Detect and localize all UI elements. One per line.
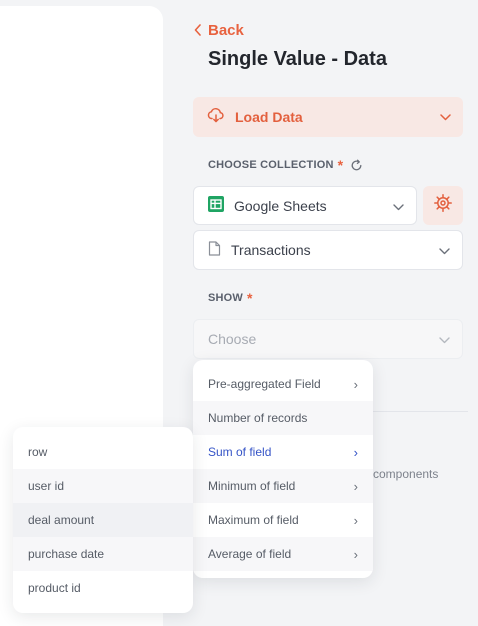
load-data-accordion[interactable]: Load Data (193, 97, 463, 137)
field-submenu-item-label: purchase date (28, 547, 105, 561)
choose-collection-label: CHOOSE COLLECTION * (208, 157, 363, 173)
source-select[interactable]: Google Sheets (193, 186, 417, 225)
choose-collection-text: CHOOSE COLLECTION (208, 159, 334, 171)
field-submenu-item[interactable]: user id (13, 469, 193, 503)
chevron-down-icon (440, 108, 451, 126)
show-text: SHOW (208, 292, 244, 304)
field-submenu-item[interactable]: row (13, 435, 193, 469)
aggregation-menu-item[interactable]: Pre-aggregated Field › (193, 367, 373, 401)
chevron-right-icon: › (353, 512, 358, 528)
aggregation-menu: Pre-aggregated Field › Number of records Su… (193, 360, 373, 578)
aggregation-menu-item[interactable]: Number of records (193, 401, 373, 435)
chevron-right-icon: › (353, 546, 358, 562)
source-select-value: Google Sheets (234, 197, 327, 214)
google-sheets-icon (208, 196, 224, 215)
collection-select-value: Transactions (231, 242, 311, 258)
page-title: Single Value - Data (208, 48, 387, 70)
aggregation-menu-item-label: Sum of field (208, 445, 272, 459)
chevron-down-icon (393, 198, 404, 214)
aggregation-menu-item-label: Maximum of field (208, 513, 299, 527)
gear-icon (433, 193, 453, 218)
show-label: SHOW * (208, 290, 253, 306)
aggregation-menu-item[interactable]: Maximum of field › (193, 503, 373, 537)
back-label: Back (208, 22, 244, 39)
file-icon (208, 241, 221, 259)
required-mark: * (247, 290, 253, 306)
aggregation-menu-item-label: Minimum of field (208, 479, 296, 493)
field-submenu-item[interactable]: product id (13, 571, 193, 605)
components-text: components (373, 467, 439, 481)
chevron-down-icon (439, 242, 450, 258)
aggregation-menu-item-label: Pre-aggregated Field (208, 377, 321, 391)
chevron-right-icon: › (353, 444, 358, 460)
show-select[interactable]: Choose (193, 319, 463, 359)
divider (373, 411, 468, 412)
aggregation-menu-item[interactable]: Minimum of field › (193, 469, 373, 503)
required-mark: * (337, 157, 344, 173)
field-submenu-item-label: user id (28, 479, 65, 493)
field-submenu: row user id deal amount purchase date produc… (13, 427, 193, 613)
chevron-right-icon: › (353, 376, 358, 392)
field-submenu-item-label: product id (28, 581, 81, 595)
show-select-placeholder: Choose (208, 331, 257, 347)
refresh-icon[interactable] (350, 159, 363, 172)
back-button[interactable]: Back (194, 22, 244, 39)
field-submenu-item-label: row (28, 445, 48, 459)
load-data-label: Load Data (235, 109, 303, 125)
aggregation-menu-item-label: Average of field (208, 547, 292, 561)
chevron-right-icon: › (353, 478, 358, 494)
collection-select[interactable]: Transactions (193, 230, 463, 270)
aggregation-menu-item-label: Number of records (208, 411, 308, 425)
field-submenu-item-label: deal amount (28, 513, 95, 527)
field-submenu-item[interactable]: deal amount (13, 503, 193, 537)
aggregation-menu-item[interactable]: Sum of field › (193, 435, 373, 469)
chevron-left-icon (194, 23, 202, 38)
field-submenu-item[interactable]: purchase date (13, 537, 193, 571)
cloud-download-icon (207, 107, 225, 128)
aggregation-menu-item[interactable]: Average of field › (193, 537, 373, 571)
source-settings-button[interactable] (423, 186, 463, 225)
chevron-down-icon (439, 331, 450, 347)
